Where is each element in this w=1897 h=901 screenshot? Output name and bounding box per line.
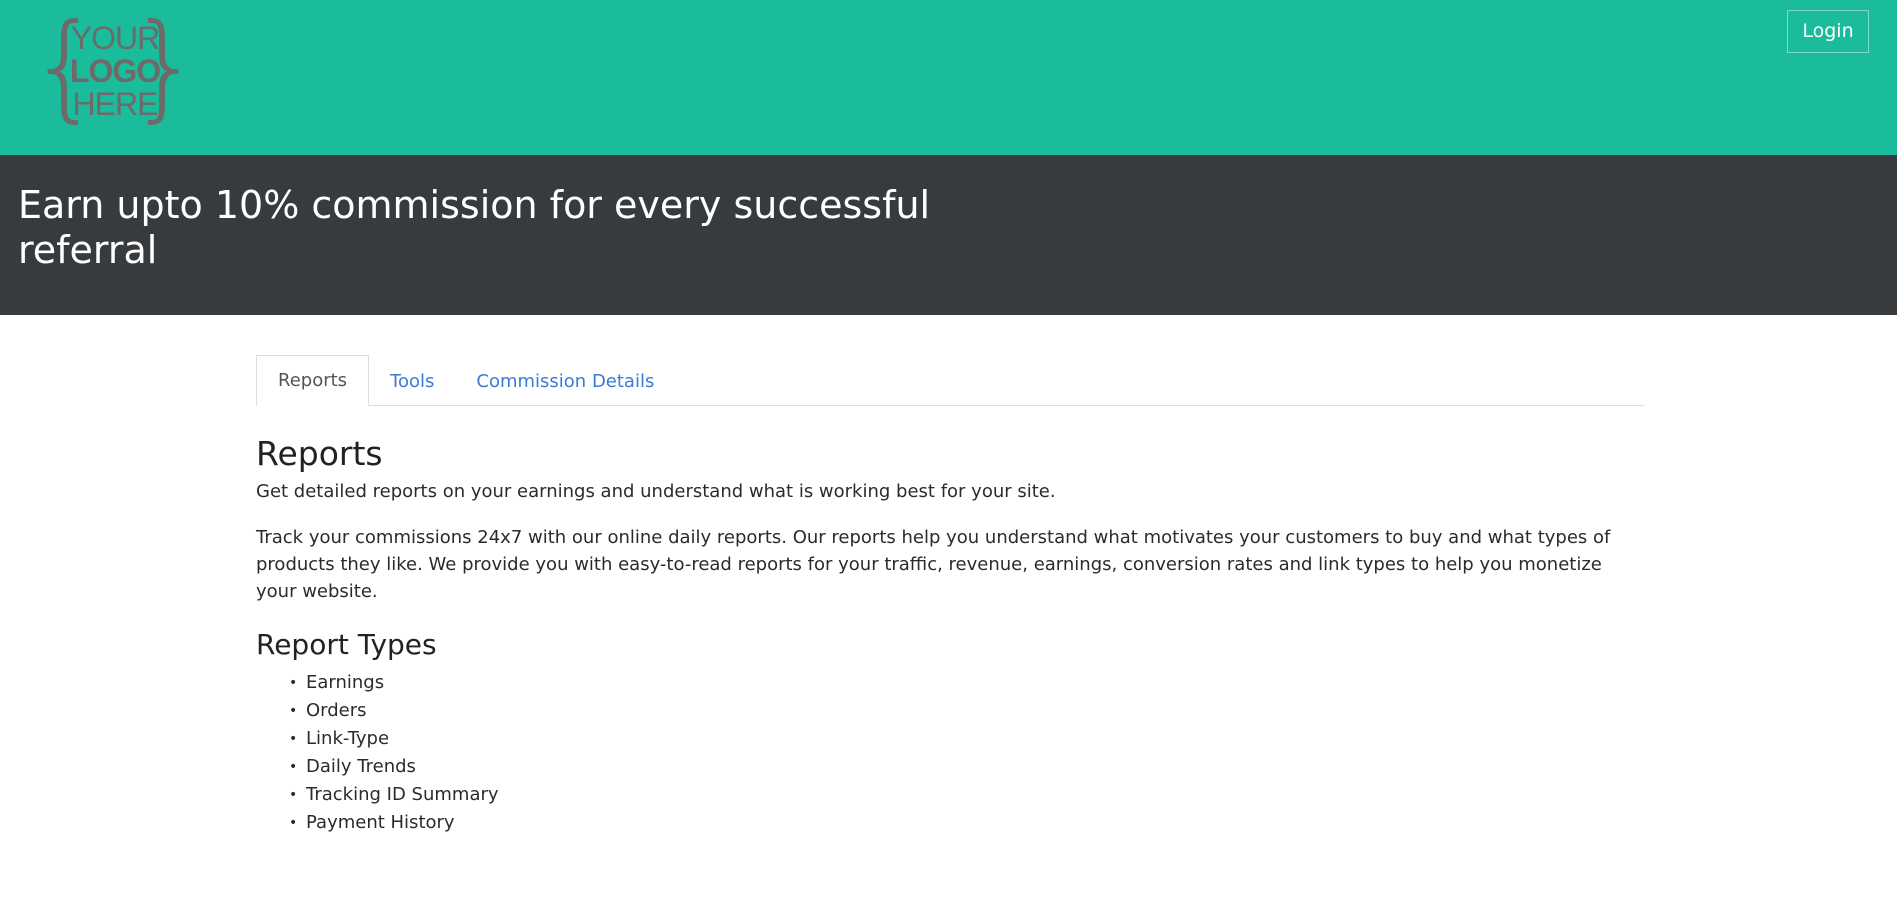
report-types-title: Report Types <box>256 628 437 661</box>
reports-body-text: Track your commissions 24x7 with our onl… <box>256 527 1611 602</box>
report-types-list: Earnings Orders Link-Type Daily Trends T… <box>256 669 1644 837</box>
tab-commission-details[interactable]: Commission Details <box>455 357 675 406</box>
hero-title: Earn upto 10% commission for every succe… <box>18 183 931 272</box>
tab-reports[interactable]: Reports <box>256 355 370 406</box>
logo[interactable]: { YOUR LOGO HERE } <box>28 8 202 132</box>
hero-banner: Earn upto 10% commission for every succe… <box>0 155 1897 315</box>
list-item: Tracking ID Summary <box>289 781 1644 809</box>
list-item: Daily Trends <box>289 753 1644 781</box>
main-content: Reports Tools Commission Details Reports… <box>256 355 1644 837</box>
logo-right-brace: } <box>128 0 202 134</box>
reports-lead-text: Get detailed reports on your earnings an… <box>256 481 1056 502</box>
tab-bar: Reports Tools Commission Details <box>256 355 1644 406</box>
reports-title: Reports <box>256 434 383 473</box>
tab-tools[interactable]: Tools <box>369 357 455 406</box>
list-item: Earnings <box>289 669 1644 697</box>
list-item: Orders <box>289 697 1644 725</box>
list-item: Payment History <box>289 809 1644 837</box>
top-header: { YOUR LOGO HERE } Login <box>0 0 1897 155</box>
list-item: Link-Type <box>289 725 1644 753</box>
login-button[interactable]: Login <box>1787 10 1869 53</box>
